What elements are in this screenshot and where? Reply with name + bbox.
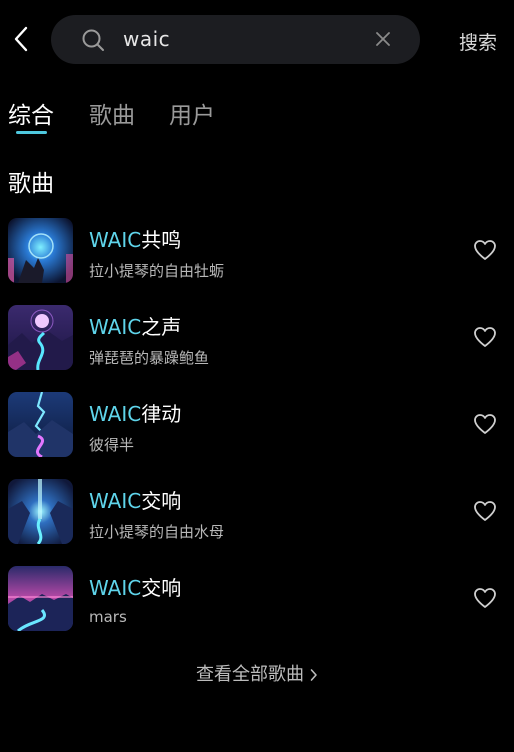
song-item[interactable]: WAIC律动 彼得半 xyxy=(0,386,514,458)
heart-outline-icon[interactable] xyxy=(473,239,497,261)
song-artist: 拉小提琴的自由水母 xyxy=(89,523,225,541)
song-title: WAIC交响 xyxy=(89,576,182,600)
song-title: WAIC之声 xyxy=(89,315,182,339)
chevron-right-icon xyxy=(310,669,317,681)
song-title: WAIC交响 xyxy=(89,489,182,513)
heart-outline-icon[interactable] xyxy=(473,326,497,348)
album-cover xyxy=(8,218,73,283)
song-item[interactable]: WAIC交响 mars xyxy=(0,560,514,632)
song-item[interactable]: WAIC共鸣 拉小提琴的自由牡蛎 xyxy=(0,212,514,284)
search-bar[interactable]: waic xyxy=(51,15,420,64)
album-cover xyxy=(8,392,73,457)
song-artist: mars xyxy=(89,608,127,626)
song-title: WAIC律动 xyxy=(89,402,182,426)
view-all-songs-link[interactable]: 查看全部歌曲 xyxy=(0,660,514,686)
search-icon xyxy=(82,29,104,51)
tab-comprehensive[interactable]: 综合 xyxy=(8,96,54,130)
active-tab-indicator xyxy=(16,131,47,134)
song-item[interactable]: WAIC之声 弹琵琶的暴躁鲍鱼 xyxy=(0,299,514,371)
album-cover xyxy=(8,479,73,544)
song-item[interactable]: WAIC交响 拉小提琴的自由水母 xyxy=(0,473,514,545)
song-artist: 拉小提琴的自由牡蛎 xyxy=(89,262,225,280)
heart-outline-icon[interactable] xyxy=(473,587,497,609)
song-title: WAIC共鸣 xyxy=(89,228,182,252)
back-button[interactable] xyxy=(8,22,34,56)
song-artist: 彼得半 xyxy=(89,436,135,454)
heart-outline-icon[interactable] xyxy=(473,413,497,435)
album-cover xyxy=(8,305,73,370)
search-button[interactable]: 搜索 xyxy=(459,28,497,55)
song-artist: 弹琵琶的暴躁鲍鱼 xyxy=(89,349,210,367)
tab-songs[interactable]: 歌曲 xyxy=(89,96,135,130)
album-cover xyxy=(8,566,73,631)
heart-outline-icon[interactable] xyxy=(473,500,497,522)
search-input[interactable]: waic xyxy=(123,27,170,51)
chevron-left-icon xyxy=(14,26,28,52)
tab-users[interactable]: 用户 xyxy=(169,96,215,130)
view-all-label: 查看全部歌曲 xyxy=(196,664,304,685)
close-icon[interactable] xyxy=(374,30,392,48)
section-title-songs: 歌曲 xyxy=(8,171,54,197)
